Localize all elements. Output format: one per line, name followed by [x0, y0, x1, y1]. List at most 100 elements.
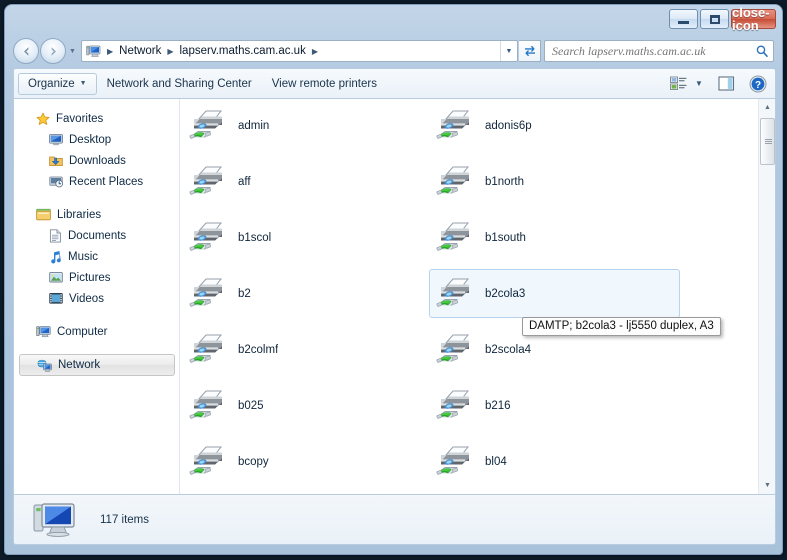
printer-item[interactable]: b025	[182, 381, 433, 430]
chevron-down-icon: ▼	[695, 79, 703, 88]
network-sharing-label: Network and Sharing Center	[107, 78, 252, 90]
explorer-window: close-icon ▼	[4, 4, 783, 555]
network-icon	[37, 359, 52, 372]
refresh-icon	[523, 44, 537, 58]
network-printer-icon	[435, 442, 475, 482]
printer-item[interactable]: b2cola3	[429, 269, 680, 318]
pictures-icon	[49, 271, 63, 284]
computer-icon	[36, 325, 51, 338]
recent-places-icon	[49, 175, 63, 188]
svg-text:?: ?	[755, 80, 761, 91]
back-button[interactable]	[13, 38, 39, 64]
network-printer-icon	[188, 442, 228, 482]
network-printer-icon	[435, 330, 475, 370]
network-printer-icon	[188, 330, 228, 370]
organize-button[interactable]: Organize ▼	[18, 73, 97, 95]
minimize-icon	[678, 21, 689, 24]
chevron-down-icon: ▼	[69, 48, 76, 55]
printer-item-label: bcopy	[238, 456, 269, 468]
network-printer-icon	[188, 442, 228, 482]
sidebar-item-libraries[interactable]: Libraries	[14, 204, 179, 225]
printer-item[interactable]: bcopy	[182, 437, 433, 486]
view-remote-printers-button[interactable]: View remote printers	[262, 73, 387, 95]
network-printer-icon	[188, 218, 228, 258]
printer-item-label: b2cola3	[485, 288, 525, 300]
items-view[interactable]: admin adonis6p aff	[180, 99, 775, 494]
network-printer-icon	[188, 330, 228, 370]
printer-item-label: b2colmf	[238, 344, 278, 356]
printer-item[interactable]: b216	[429, 381, 680, 430]
printer-item[interactable]: bl04	[429, 437, 680, 486]
downloads-icon	[49, 154, 63, 167]
change-view-button[interactable]	[665, 73, 691, 95]
printer-item[interactable]: adonis6p	[429, 101, 680, 150]
sidebar-item-network[interactable]: Network	[19, 354, 175, 376]
sidebar-item-pictures[interactable]: Pictures	[14, 267, 179, 288]
network-printer-icon	[188, 274, 228, 314]
network-printer-icon	[188, 106, 228, 146]
sidebar-item-recent-places[interactable]: Recent Places	[14, 171, 179, 192]
sidebar-label: Music	[68, 251, 98, 263]
minimize-button[interactable]	[669, 9, 698, 29]
sidebar-item-favorites[interactable]: Favorites	[14, 108, 179, 129]
navigation-pane: Favorites Desktop Down	[14, 99, 180, 494]
sidebar-item-documents[interactable]: Documents	[14, 225, 179, 246]
printer-item-label: admin	[238, 120, 269, 132]
chevron-down-icon: ▼	[764, 482, 771, 489]
printer-item[interactable]: b2	[182, 269, 433, 318]
printer-item-label: b1scol	[238, 232, 271, 244]
network-and-sharing-center-button[interactable]: Network and Sharing Center	[97, 73, 262, 95]
network-printer-icon	[188, 162, 228, 202]
nav-group-favorites: Favorites Desktop Down	[14, 108, 179, 192]
refresh-button[interactable]	[519, 40, 541, 62]
close-button[interactable]: close-icon	[731, 9, 776, 29]
sidebar-item-videos[interactable]: Videos	[14, 288, 179, 309]
star-icon	[36, 112, 50, 126]
scrollbar-thumb[interactable]	[760, 118, 775, 165]
sidebar-item-computer[interactable]: Computer	[14, 321, 179, 342]
network-printer-icon	[435, 162, 475, 202]
tooltip-text: DAMTP; b2cola3 - lj5550 duplex, A3	[529, 320, 714, 332]
network-printer-icon	[435, 386, 475, 426]
network-printer-icon	[435, 162, 475, 202]
maximize-button[interactable]	[700, 9, 729, 29]
sidebar-label: Desktop	[69, 134, 111, 146]
printer-item[interactable]: b2colmf	[182, 325, 433, 374]
printer-item[interactable]: b1south	[429, 213, 680, 262]
address-bar[interactable]: ▶ Network ▶ lapserv.maths.cam.ac.uk ▶ ▼	[81, 40, 518, 62]
sidebar-item-music[interactable]: Music	[14, 246, 179, 267]
forward-button[interactable]	[40, 38, 66, 64]
sidebar-item-desktop[interactable]: Desktop	[14, 129, 179, 150]
network-printer-icon	[188, 218, 228, 258]
network-printer-icon	[188, 106, 228, 146]
sidebar-label: Network	[58, 359, 100, 371]
vertical-scrollbar[interactable]: ▲ ▼	[758, 99, 775, 494]
address-dropdown-button[interactable]: ▼	[500, 41, 517, 61]
caption-button-group: close-icon	[669, 9, 776, 29]
content-area: Favorites Desktop Down	[13, 98, 776, 495]
network-printer-icon	[435, 106, 475, 146]
preview-pane-button[interactable]	[713, 73, 739, 95]
sidebar-item-downloads[interactable]: Downloads	[14, 150, 179, 171]
printer-item-label: adonis6p	[485, 120, 532, 132]
breadcrumb-separator-2[interactable]: ▶	[308, 47, 322, 56]
chevron-up-icon: ▲	[764, 104, 771, 111]
history-dropdown-button[interactable]: ▼	[66, 38, 79, 64]
breadcrumb-item-server[interactable]: lapserv.maths.cam.ac.uk	[178, 45, 308, 57]
scroll-up-button[interactable]: ▲	[759, 99, 775, 116]
printer-item[interactable]: b1scol	[182, 213, 433, 262]
breadcrumb-item-network[interactable]: Network	[117, 45, 163, 57]
printer-item[interactable]: admin	[182, 101, 433, 150]
printer-item-label: b2scola4	[485, 344, 531, 356]
search-input[interactable]	[552, 44, 755, 59]
scroll-down-button[interactable]: ▼	[759, 477, 775, 494]
search-box[interactable]	[544, 40, 774, 62]
printer-item-label: b216	[485, 400, 511, 412]
help-button[interactable]: ?	[745, 73, 771, 95]
computer-icon	[32, 501, 78, 539]
documents-icon	[49, 229, 62, 243]
view-dropdown-button[interactable]: ▼	[691, 73, 707, 95]
printer-item[interactable]: b1north	[429, 157, 680, 206]
command-toolbar: Organize ▼ Network and Sharing Center Vi…	[13, 68, 776, 98]
printer-item[interactable]: aff	[182, 157, 433, 206]
